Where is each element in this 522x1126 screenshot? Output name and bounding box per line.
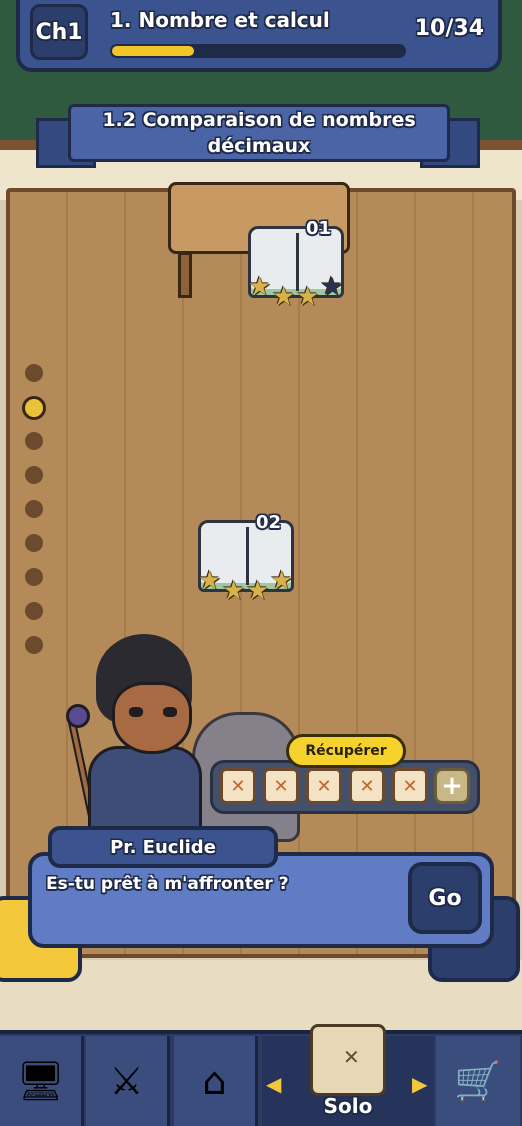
- level-node-02[interactable]: 02 ★ ★ ★ ★: [194, 512, 298, 608]
- treasure-map-icon[interactable]: ✕: [306, 768, 342, 804]
- computer-icon[interactable]: 🖥: [0, 1036, 84, 1126]
- treasure-map-icon[interactable]: ✕: [220, 768, 256, 804]
- map-icon: [310, 1024, 386, 1096]
- treasure-map-icon[interactable]: ✕: [349, 768, 385, 804]
- desk-leg: [178, 252, 192, 298]
- page-dot[interactable]: [25, 432, 43, 450]
- crossed-swords-icon[interactable]: ⚔: [86, 1036, 170, 1126]
- home-icon[interactable]: ⌂: [174, 1036, 258, 1126]
- star-icon: ★: [246, 576, 270, 606]
- section-title-line2: décimaux: [207, 135, 311, 157]
- treasure-map-icon[interactable]: ✕: [263, 768, 299, 804]
- level-number: 01: [306, 218, 332, 239]
- chapter-progress-bar: [110, 44, 406, 58]
- professor-character: [62, 634, 222, 858]
- chapter-badge[interactable]: Ch1: [30, 4, 88, 60]
- star-icon: ★: [320, 272, 344, 302]
- treasure-map-icon[interactable]: ✕: [392, 768, 428, 804]
- star-icon: ★: [270, 566, 294, 596]
- page-dot[interactable]: [25, 636, 43, 654]
- eye: [129, 707, 143, 717]
- recover-button[interactable]: Récupérer: [286, 734, 406, 768]
- page-dot[interactable]: [25, 602, 43, 620]
- page-dot[interactable]: [25, 466, 43, 484]
- eye: [163, 707, 177, 717]
- chapter-progress-count: 10/34: [414, 16, 484, 41]
- nav-prev-arrow[interactable]: ◀: [266, 1072, 281, 1096]
- page-dot[interactable]: [25, 568, 43, 586]
- speaker-name: Pr. Euclide: [48, 826, 278, 868]
- plus-icon[interactable]: +: [434, 768, 470, 804]
- nav-next-arrow[interactable]: ▶: [412, 1072, 427, 1096]
- section-title-line1: 1.2 Comparaison de nombres: [102, 109, 416, 131]
- chapter-title: 1. Nombre et calcul: [110, 8, 330, 32]
- page-dot[interactable]: [25, 500, 43, 518]
- character-face: [112, 682, 192, 754]
- level-number: 02: [256, 512, 282, 533]
- page-dot-active[interactable]: [22, 396, 46, 420]
- star-icon: ★: [296, 282, 320, 312]
- solo-tab-label: Solo: [323, 1094, 373, 1118]
- star-icon: ★: [272, 282, 296, 312]
- cart-icon[interactable]: 🛒: [436, 1036, 520, 1126]
- chapter-header: Ch1 1. Nombre et calcul 10/34: [16, 0, 502, 72]
- level-node-01[interactable]: 01 ★ ★ ★ ★: [244, 218, 348, 314]
- dialog-text: Es-tu prêt à m'affronter ?: [46, 874, 289, 894]
- go-button[interactable]: Go: [408, 862, 482, 934]
- staff-orb: [66, 704, 90, 728]
- chapter-progress-fill: [110, 44, 196, 58]
- star-icon: ★: [198, 566, 222, 596]
- page-dot[interactable]: [25, 534, 43, 552]
- section-title-ribbon: 1.2 Comparaison de nombres décimaux: [68, 104, 450, 162]
- star-icon: ★: [222, 576, 246, 606]
- star-icon: ★: [248, 272, 272, 302]
- page-dot[interactable]: [25, 364, 43, 382]
